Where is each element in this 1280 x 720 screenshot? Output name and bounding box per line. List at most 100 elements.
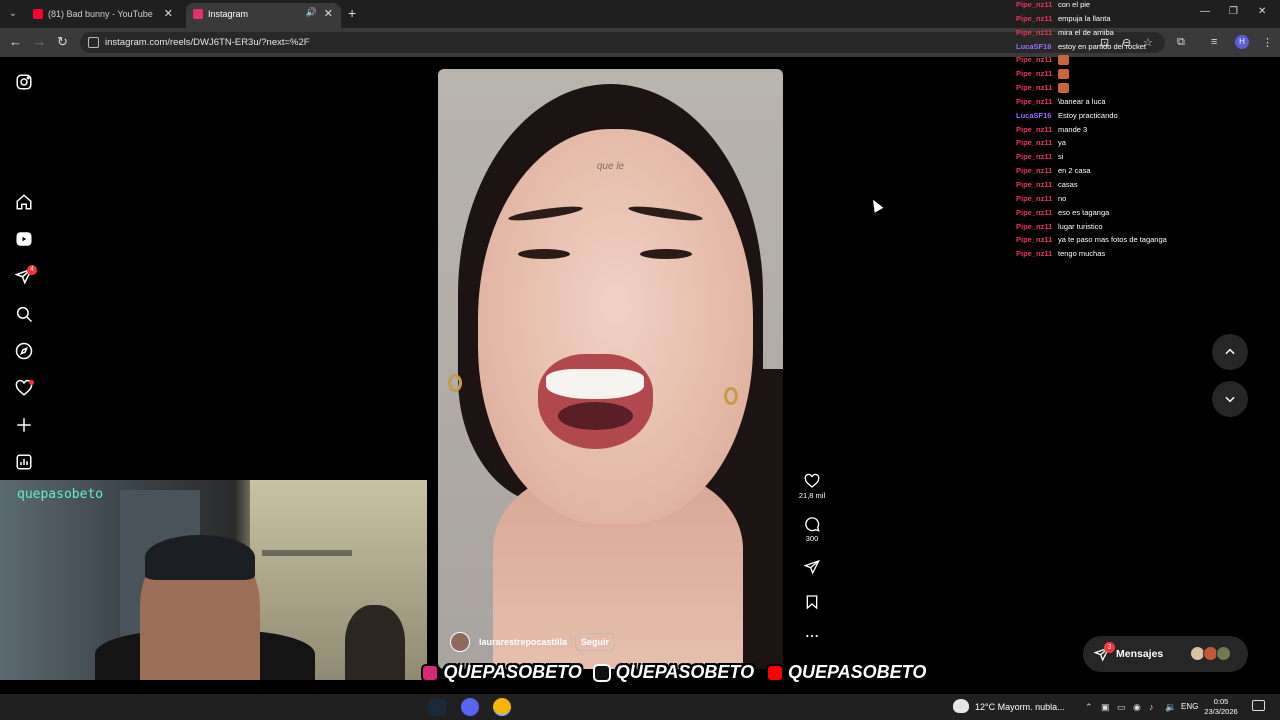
chat-text: tengo muchas (1058, 249, 1106, 259)
share-button[interactable] (797, 559, 827, 575)
chat-username[interactable]: Pipe_nz11 (1016, 95, 1058, 109)
reels-icon[interactable] (15, 230, 33, 248)
messages-badge: 4 (27, 265, 37, 275)
site-info-icon[interactable] (88, 37, 99, 48)
instagram-handle: QUEPASOBETO (421, 662, 582, 683)
save-button[interactable] (797, 594, 827, 610)
dashboard-icon[interactable] (15, 453, 33, 471)
chat-username[interactable]: Pipe_nz11 (1016, 136, 1058, 150)
weather-cloud-icon[interactable] (953, 699, 969, 713)
home-icon[interactable] (15, 193, 33, 211)
chat-message: Pipe_nz11 mande 3 (1016, 123, 1276, 137)
chat-username[interactable]: LucaSF16 (1016, 109, 1058, 123)
youtube-icon (765, 663, 784, 682)
weather-text[interactable]: 12°C Mayorm. nubla... (975, 702, 1065, 712)
chat-username[interactable]: Pipe_nz11 (1016, 150, 1058, 164)
chat-message: Pipe_nz11 en 2 casa (1016, 164, 1276, 178)
chat-username[interactable]: Pipe_nz11 (1016, 67, 1058, 81)
follow-button[interactable]: Seguir (575, 633, 616, 651)
close-tab-icon[interactable]: ✕ (324, 7, 333, 20)
author-username[interactable]: laurarestrepocastilla (479, 637, 567, 647)
teeth (546, 369, 644, 399)
handle-text: QUEPASOBETO (787, 662, 927, 682)
chat-text: ya te paso mas fotos de taganga (1058, 235, 1167, 245)
steam-icon[interactable] (428, 698, 446, 716)
next-reel-button[interactable] (1212, 381, 1248, 417)
search-icon[interactable] (15, 305, 33, 323)
volume-icon[interactable]: 🔉 (1165, 702, 1176, 713)
tray-app-icon[interactable]: ▣ (1101, 702, 1110, 713)
chat-username[interactable]: Pipe_nz11 (1016, 123, 1058, 137)
left-earring (448, 374, 462, 392)
chat-username[interactable]: Pipe_nz11 (1016, 247, 1058, 261)
chat-username[interactable]: Pipe_nz11 (1016, 53, 1058, 67)
chat-message: Pipe_nz11 (1016, 67, 1276, 81)
video-caption: que le (596, 161, 625, 172)
chat-message: Pipe_nz11 eso es taganga (1016, 206, 1276, 220)
chat-username[interactable]: Pipe_nz11 (1016, 0, 1058, 12)
chat-message: Pipe_nz11 ya (1016, 136, 1276, 150)
language-indicator[interactable]: ENG (1181, 702, 1198, 711)
youtube-handle: QUEPASOBETO (765, 662, 927, 683)
system-clock[interactable]: 0:05 23/3/2026 (1203, 697, 1239, 717)
reload-button[interactable]: ↻ (57, 34, 68, 50)
chat-message: Pipe_nz11 (1016, 53, 1276, 67)
comment-icon (805, 517, 820, 532)
instagram-logo-icon[interactable] (15, 73, 33, 91)
author-avatar[interactable] (450, 632, 470, 652)
clock-date: 23/3/2026 (1204, 707, 1238, 716)
chat-emote-icon (1058, 69, 1069, 80)
background-shelf (262, 550, 352, 556)
tab-youtube[interactable]: (81) Bad bunny - YouTube ✕ (26, 3, 181, 28)
chat-emote-icon (1058, 83, 1069, 94)
chat-username[interactable]: Pipe_nz11 (1016, 26, 1058, 40)
chat-username[interactable]: LucaSF16 (1016, 40, 1058, 54)
chat-username[interactable]: Pipe_nz11 (1016, 233, 1058, 247)
chat-username[interactable]: Pipe_nz11 (1016, 192, 1058, 206)
tray-overflow-icon[interactable]: ⌃ (1085, 702, 1093, 713)
tray-app-icon[interactable]: ◉ (1133, 702, 1141, 713)
close-tab-icon[interactable]: ✕ (164, 7, 173, 20)
more-options-button[interactable] (797, 628, 827, 644)
streamer-cap (145, 535, 255, 580)
url-text[interactable]: instagram.com/reels/DWJ6TN-ER3u/?next=%2… (105, 37, 310, 48)
microphone-icon[interactable]: ♪ (1149, 702, 1154, 712)
audio-playing-icon[interactable]: 🔊 (306, 7, 317, 18)
address-bar[interactable]: instagram.com/reels/DWJ6TN-ER3u/?next=%2… (80, 32, 1165, 53)
tray-app-icon[interactable]: ▭ (1117, 702, 1126, 713)
chat-text: con el pie (1058, 0, 1091, 9)
chat-message: Pipe_nz11 \banear a luca (1016, 95, 1276, 109)
tiktok-handle: QUEPASOBETO (593, 662, 754, 683)
create-icon[interactable] (15, 416, 33, 434)
chrome-icon[interactable] (493, 698, 511, 716)
chat-text: estoy en partido del rocket (1058, 41, 1146, 51)
chat-username[interactable]: Pipe_nz11 (1016, 81, 1058, 95)
stream-chat-overlay: Pipe_nz11 con el pie Pipe_nz11 empuja la ll… (1016, 0, 1276, 261)
forward-button[interactable]: → (33, 34, 46, 49)
messages-button[interactable]: 3 Mensajes (1083, 636, 1248, 672)
chat-username[interactable]: Pipe_nz11 (1016, 164, 1058, 178)
like-button[interactable]: 21,8 mil (797, 473, 827, 500)
reel-video[interactable]: que le (438, 69, 783, 669)
chat-message: Pipe_nz11 no (1016, 192, 1276, 206)
chat-username[interactable]: Pipe_nz11 (1016, 178, 1058, 192)
chat-username[interactable]: Pipe_nz11 (1016, 206, 1058, 220)
chat-username[interactable]: Pipe_nz11 (1016, 12, 1058, 26)
instagram-favicon-icon (193, 9, 203, 19)
previous-reel-button[interactable] (1212, 334, 1248, 370)
left-eye (518, 249, 570, 259)
chat-message: Pipe_nz11 tengo muchas (1016, 247, 1276, 261)
streamer-webcam (0, 480, 427, 680)
comment-button[interactable]: 300 (797, 516, 827, 543)
back-button[interactable]: ← (9, 34, 22, 49)
discord-icon[interactable] (461, 698, 479, 716)
tab-instagram[interactable]: Instagram 🔊 ✕ (186, 3, 341, 28)
chat-message: Pipe_nz11 (1016, 81, 1276, 95)
notification-center-icon[interactable] (1252, 700, 1265, 711)
tab-search-icon[interactable]: ⌄ (5, 6, 21, 22)
chat-username[interactable]: Pipe_nz11 (1016, 220, 1058, 234)
new-tab-button[interactable]: + (348, 5, 356, 21)
mouse-cursor (868, 197, 884, 213)
explore-icon[interactable] (15, 342, 33, 360)
chat-message: LucaSF16 Estoy practicando (1016, 109, 1276, 123)
